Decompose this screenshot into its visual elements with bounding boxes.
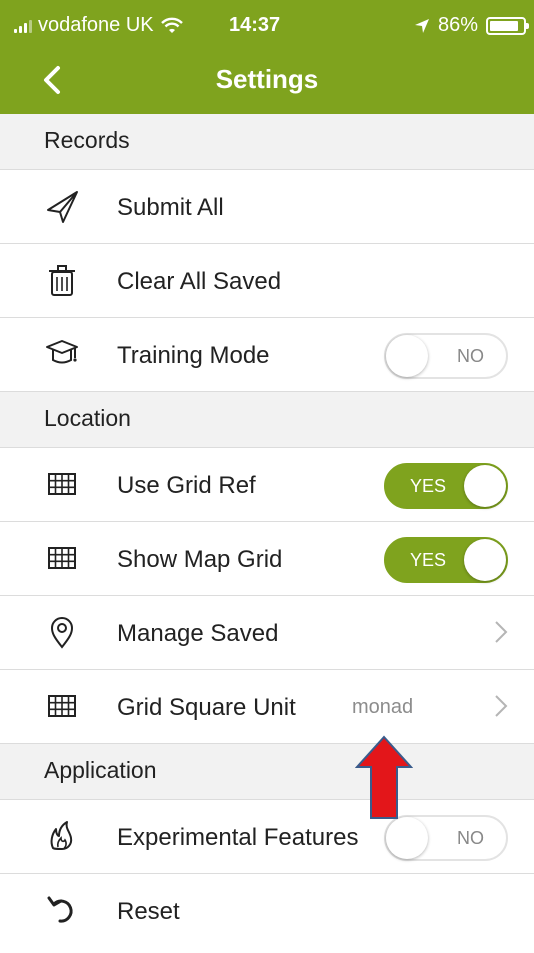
section-header-records: Records: [0, 114, 534, 170]
location-arrow-icon: [414, 18, 429, 33]
submit-all-label: Submit All: [117, 194, 224, 221]
toggle-text: NO: [457, 346, 484, 366]
map-pin-icon: [50, 617, 74, 649]
toggle-knob: [464, 465, 506, 507]
wifi-icon: [160, 17, 183, 33]
section-header-application: Application: [0, 744, 534, 800]
toggle-text: YES: [410, 476, 447, 496]
submit-all-row[interactable]: Submit All: [0, 170, 534, 244]
battery-percent: 86%: [437, 14, 478, 36]
use-grid-ref-toggle[interactable]: YES: [384, 463, 508, 509]
grid-icon: [48, 473, 76, 495]
battery-icon: [486, 16, 529, 35]
toggle-text: YES: [410, 550, 447, 570]
toggle-text: NO: [457, 828, 484, 848]
graduation-cap-icon: [46, 340, 78, 364]
toggle-knob: [386, 335, 428, 377]
grid-square-unit-label: Grid Square Unit: [117, 694, 296, 721]
manage-saved-label: Manage Saved: [117, 620, 279, 647]
chevron-right-icon: [495, 621, 508, 643]
annotation-arrow: [355, 735, 413, 819]
status-bar: vodafone UK 14:37 86%: [0, 0, 534, 48]
reset-label: Reset: [117, 898, 180, 925]
grid-icon: [48, 695, 76, 717]
toggle-knob: [464, 539, 506, 581]
trash-icon: [49, 265, 75, 296]
flame-icon: [50, 821, 73, 850]
training-mode-row: Training Mode NO: [0, 318, 534, 392]
chevron-right-icon: [495, 695, 508, 717]
manage-saved-row[interactable]: Manage Saved: [0, 596, 534, 670]
clear-all-saved-row[interactable]: Clear All Saved: [0, 244, 534, 318]
status-time: 14:37: [229, 14, 281, 36]
clear-all-saved-label: Clear All Saved: [117, 268, 282, 295]
section-header-location: Location: [0, 392, 534, 448]
grid-square-unit-value: monad: [352, 696, 414, 718]
use-grid-ref-label: Use Grid Ref: [117, 472, 256, 499]
carrier-name: vodafone UK: [38, 14, 154, 36]
experimental-features-row: Experimental Features NO: [0, 800, 534, 874]
grid-square-unit-row[interactable]: Grid Square Unit monad: [0, 670, 534, 744]
reset-row[interactable]: Reset: [0, 874, 534, 948]
battery-fill: [490, 20, 518, 31]
carrier-group: vodafone UK: [14, 14, 184, 37]
page-title: Settings: [215, 64, 319, 94]
paper-plane-icon: [47, 191, 78, 223]
experimental-features-toggle[interactable]: NO: [384, 815, 508, 861]
experimental-features-label: Experimental Features: [117, 824, 359, 851]
show-map-grid-toggle[interactable]: YES: [384, 537, 508, 583]
toggle-knob: [386, 817, 428, 859]
signal-icon: [14, 19, 32, 33]
grid-icon: [48, 547, 76, 569]
training-mode-toggle[interactable]: NO: [384, 333, 508, 379]
undo-icon: [47, 896, 73, 923]
show-map-grid-row: Show Map Grid YES: [0, 522, 534, 596]
nav-bar: Settings: [0, 48, 534, 114]
training-mode-label: Training Mode: [117, 342, 270, 369]
status-right: 86%: [414, 14, 529, 37]
show-map-grid-label: Show Map Grid: [117, 546, 283, 573]
use-grid-ref-row: Use Grid Ref YES: [0, 448, 534, 522]
